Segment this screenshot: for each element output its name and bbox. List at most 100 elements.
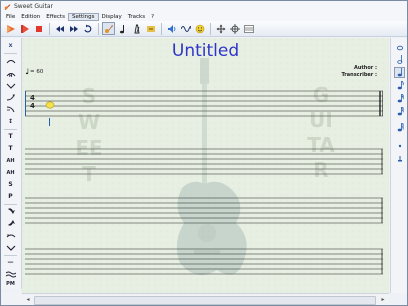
record-button[interactable] bbox=[4, 22, 17, 35]
tapping-alt-tool[interactable]: T bbox=[3, 143, 18, 154]
stroke-up-tool[interactable] bbox=[3, 218, 18, 229]
palm-mute-tool[interactable]: PM bbox=[3, 278, 18, 289]
time-signature-top: 4 bbox=[30, 94, 35, 102]
rest-button[interactable] bbox=[394, 154, 405, 165]
sixty-fourth-note-icon bbox=[397, 123, 404, 132]
svg-text:H: H bbox=[9, 73, 12, 78]
speaker-icon bbox=[167, 24, 175, 33]
let-ring-tool[interactable] bbox=[3, 230, 18, 241]
edit-cursor bbox=[49, 118, 50, 126]
release-tool[interactable] bbox=[3, 104, 18, 115]
menu-display[interactable]: Display bbox=[99, 13, 125, 21]
delete-tool[interactable]: x bbox=[3, 40, 18, 51]
menu-tracks[interactable]: Tracks bbox=[125, 13, 148, 21]
score-title[interactable]: Untitled bbox=[22, 41, 389, 61]
tie-tool[interactable]: — bbox=[3, 257, 18, 268]
horizontal-scrollbar[interactable]: ◂ ▸ bbox=[22, 293, 389, 305]
note-button[interactable] bbox=[116, 22, 129, 35]
tapping-tool[interactable]: T bbox=[3, 131, 18, 142]
mute-icon bbox=[146, 25, 155, 32]
slide-tool[interactable] bbox=[3, 56, 18, 67]
effect-button[interactable] bbox=[179, 22, 192, 35]
guitar-mode-button[interactable] bbox=[102, 22, 115, 35]
scroll-left-icon[interactable]: ◂ bbox=[24, 296, 32, 304]
slide-icon bbox=[6, 60, 15, 64]
whole-note-icon bbox=[396, 45, 403, 51]
mixer-icon bbox=[243, 24, 254, 33]
quarter-note-button[interactable] bbox=[394, 67, 405, 78]
rewind-button[interactable] bbox=[53, 22, 66, 35]
sixty-fourth-note-button[interactable] bbox=[394, 122, 405, 133]
palette-separator bbox=[4, 204, 17, 205]
scrollbar-thumb[interactable] bbox=[34, 296, 376, 305]
half-note-button[interactable] bbox=[394, 54, 405, 65]
smiley-button[interactable] bbox=[193, 22, 206, 35]
author-label[interactable]: Author : bbox=[354, 65, 377, 71]
let-ring-icon bbox=[6, 234, 15, 238]
tempo-value: = 60 bbox=[30, 68, 44, 75]
tab-staff-3[interactable] bbox=[25, 195, 383, 225]
stop-button[interactable] bbox=[32, 22, 45, 35]
pull-tool[interactable] bbox=[3, 80, 18, 91]
guitar-icon bbox=[104, 24, 113, 33]
trill-tool[interactable] bbox=[3, 242, 18, 253]
pull-icon bbox=[6, 83, 15, 89]
loop-icon bbox=[83, 24, 91, 32]
menu-bar: File Edition Effects Settings Display Tr… bbox=[1, 12, 407, 21]
hammer-tool[interactable]: H bbox=[3, 68, 18, 79]
corner-grip bbox=[2, 293, 21, 305]
metronome-button[interactable] bbox=[130, 22, 143, 35]
main-toolbar bbox=[1, 21, 407, 37]
mixer-button[interactable] bbox=[242, 22, 255, 35]
quarter-note-icon bbox=[25, 68, 29, 75]
metronome-icon bbox=[133, 24, 140, 33]
select-button[interactable] bbox=[228, 22, 241, 35]
mute-button[interactable] bbox=[144, 22, 157, 35]
move-button[interactable] bbox=[214, 22, 227, 35]
palette-separator bbox=[4, 255, 17, 256]
selected-note-cursor[interactable] bbox=[45, 101, 55, 109]
stop-icon bbox=[35, 25, 42, 32]
bend-icon bbox=[6, 94, 14, 101]
palette-separator bbox=[4, 129, 17, 130]
menu-edition[interactable]: Edition bbox=[18, 13, 43, 21]
left-tool-palette: x H ↕ T T AH AH S P — PM bbox=[1, 38, 22, 289]
tab-staff-1[interactable] bbox=[25, 88, 383, 118]
thirty-second-note-button[interactable] bbox=[394, 106, 405, 117]
stroke-down-tool[interactable] bbox=[3, 206, 18, 217]
play-button[interactable] bbox=[18, 22, 31, 35]
quarter-note-icon bbox=[397, 68, 402, 77]
menu-file[interactable]: File bbox=[3, 13, 18, 21]
dotted-note-button[interactable] bbox=[394, 140, 405, 151]
time-signature-bottom: 4 bbox=[30, 102, 35, 110]
vibrato-updown-tool[interactable]: ↕ bbox=[3, 116, 18, 127]
volume-button[interactable] bbox=[165, 22, 178, 35]
artificial-harmonic-tool[interactable]: AH bbox=[3, 155, 18, 166]
slap-tool[interactable]: S bbox=[3, 179, 18, 190]
tab-staff-2[interactable] bbox=[25, 146, 383, 176]
sixteenth-note-button[interactable] bbox=[394, 93, 405, 104]
move-icon bbox=[216, 24, 225, 33]
pop-tool[interactable]: P bbox=[3, 191, 18, 202]
natural-harmonic-tool[interactable]: AH bbox=[3, 167, 18, 178]
note-icon bbox=[119, 24, 124, 33]
menu-effects[interactable]: Effects bbox=[43, 13, 68, 21]
stroke-down-icon bbox=[7, 208, 15, 214]
transcriber-label[interactable]: Transcriber : bbox=[341, 72, 377, 78]
fast-forward-icon bbox=[69, 25, 78, 32]
whole-note-button[interactable] bbox=[394, 41, 405, 52]
scroll-right-icon[interactable]: ▸ bbox=[379, 296, 387, 304]
eighth-note-button[interactable] bbox=[394, 80, 405, 91]
toolbar-separator bbox=[161, 22, 162, 35]
fast-forward-button[interactable] bbox=[67, 22, 80, 35]
half-note-icon bbox=[396, 55, 402, 64]
loop-button[interactable] bbox=[81, 22, 94, 35]
tempo-marking[interactable]: = 60 bbox=[25, 68, 43, 75]
duration-palette bbox=[390, 38, 407, 293]
tab-staff-4[interactable] bbox=[25, 246, 383, 276]
thirty-second-note-icon bbox=[397, 107, 404, 116]
app-window: Sweet Guitar File Edition Effects Settin… bbox=[0, 0, 408, 306]
menu-settings[interactable]: Settings bbox=[67, 12, 99, 21]
menu-help[interactable]: ? bbox=[148, 13, 157, 21]
bend-tool[interactable] bbox=[3, 92, 18, 103]
